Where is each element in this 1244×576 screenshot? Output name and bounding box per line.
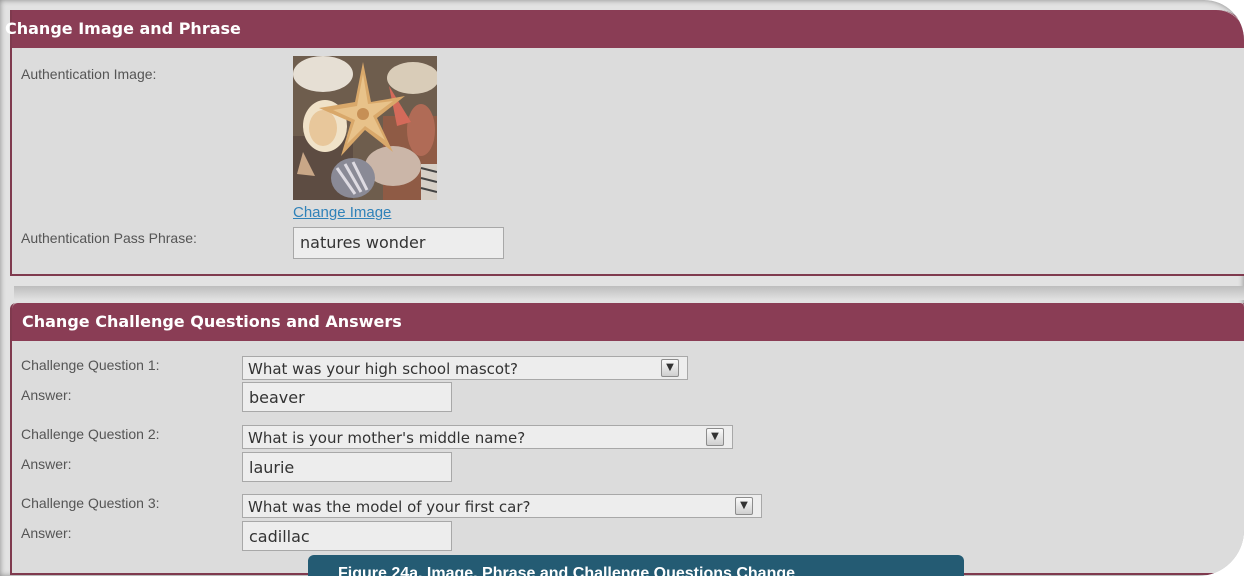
challenge-header: Change Challenge Questions and Answers: [12, 303, 1244, 341]
challenge-question-2-value: What is your mother's middle name?: [248, 429, 526, 447]
seashell-starfish-image: [293, 56, 437, 200]
pass-phrase-input[interactable]: natures wonder: [293, 227, 504, 259]
challenge-question-1-value: What was your high school mascot?: [248, 360, 518, 378]
chevron-down-icon[interactable]: ▼: [661, 359, 679, 377]
challenge-question-2-label: Challenge Question 2:: [21, 426, 160, 442]
figure-caption: Figure 24a. Image, Phrase and Challenge …: [308, 555, 964, 576]
panel-shadow: [14, 286, 1244, 300]
answer-2-input[interactable]: laurie: [242, 452, 452, 482]
challenge-title: Change Challenge Questions and Answers: [22, 312, 402, 331]
image-phrase-header: Change Image and Phrase: [5, 10, 1244, 48]
auth-image: [293, 56, 437, 200]
image-phrase-title: Change Image and Phrase: [5, 19, 241, 38]
image-phrase-panel: Change Image and Phrase Authentication I…: [5, 10, 1244, 276]
answer-3-label: Answer:: [21, 525, 72, 541]
challenge-question-3-select[interactable]: What was the model of your first car? ▼: [242, 494, 762, 518]
challenge-question-3-label: Challenge Question 3:: [21, 495, 160, 511]
challenge-question-3-value: What was the model of your first car?: [248, 498, 531, 516]
answer-1-input[interactable]: beaver: [242, 382, 452, 412]
pass-phrase-label: Authentication Pass Phrase:: [21, 230, 197, 246]
page-frame: Change Image and Phrase Authentication I…: [0, 0, 1244, 576]
challenge-question-1-label: Challenge Question 1:: [21, 357, 160, 373]
answer-1-label: Answer:: [21, 387, 72, 403]
auth-image-label: Authentication Image:: [21, 66, 157, 82]
answer-3-input[interactable]: cadillac: [242, 521, 452, 551]
change-image-link[interactable]: Change Image: [293, 204, 391, 221]
chevron-down-icon[interactable]: ▼: [735, 497, 753, 515]
chevron-down-icon[interactable]: ▼: [706, 428, 724, 446]
challenge-question-2-select[interactable]: What is your mother's middle name? ▼: [242, 425, 733, 449]
challenge-question-1-select[interactable]: What was your high school mascot? ▼: [242, 356, 688, 380]
answer-2-label: Answer:: [21, 456, 72, 472]
challenge-panel: Change Challenge Questions and Answers C…: [10, 303, 1244, 575]
